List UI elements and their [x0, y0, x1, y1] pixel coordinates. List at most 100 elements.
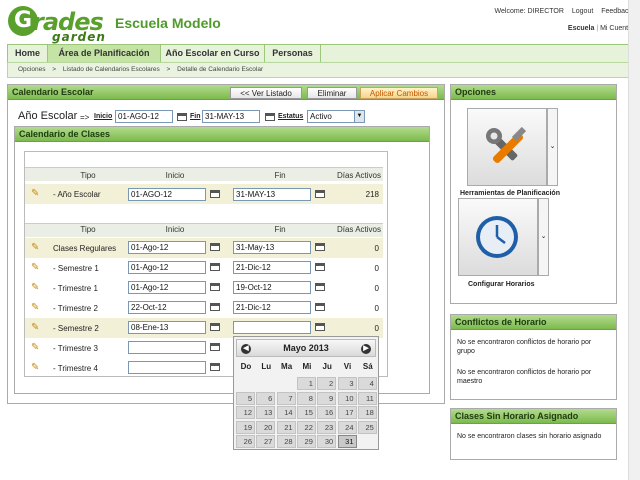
conflicts-group-message: No se encontraron conflictos de horario …: [457, 339, 592, 355]
day-cell[interactable]: 25: [357, 420, 377, 434]
row-end-input[interactable]: 31-May-13: [233, 241, 311, 254]
day-cell[interactable]: 19: [236, 420, 255, 434]
school-account-link[interactable]: Escuela: [568, 25, 594, 32]
day-cell[interactable]: 10: [337, 391, 357, 405]
calendar-icon[interactable]: [210, 343, 220, 351]
next-month-icon[interactable]: ▶: [361, 344, 371, 354]
pencil-icon[interactable]: ✎: [31, 302, 39, 313]
row-end-input[interactable]: 31-MAY-13: [233, 188, 311, 201]
pencil-icon[interactable]: ✎: [31, 262, 39, 273]
calendar-icon[interactable]: [315, 263, 325, 271]
row-end-input[interactable]: 19-Oct-12: [233, 281, 311, 294]
configure-schedules-button[interactable]: [458, 198, 538, 276]
pencil-icon[interactable]: ✎: [31, 282, 39, 293]
row-type: - Semestre 2: [53, 324, 99, 333]
weekday-label: Vi: [343, 362, 352, 371]
row-start-input[interactable]: 01-AGO-12: [128, 188, 206, 201]
day-cell[interactable]: 22: [296, 420, 316, 434]
prev-month-icon[interactable]: ◀: [241, 344, 251, 354]
day-cell[interactable]: 17: [337, 406, 357, 419]
row-start-input[interactable]: 01-Ago-12: [128, 281, 206, 294]
row-start-input[interactable]: 08-Ene-13: [128, 321, 206, 334]
day-cell[interactable]: 23: [317, 420, 337, 434]
day-cell[interactable]: 13: [256, 406, 276, 419]
calendar-icon[interactable]: [315, 243, 325, 251]
status-select[interactable]: Activo ▼: [307, 110, 365, 123]
view-list-button[interactable]: << Ver Listado: [230, 87, 302, 99]
calendar-icon[interactable]: [210, 303, 220, 311]
day-cell[interactable]: 31: [337, 435, 357, 448]
pencil-icon[interactable]: ✎: [31, 362, 39, 373]
day-cell[interactable]: 6: [256, 391, 276, 405]
tab-people[interactable]: Personas: [265, 45, 321, 62]
calendar-icon[interactable]: [177, 113, 187, 121]
day-cell[interactable]: 29: [296, 435, 316, 448]
row-days: 0: [374, 264, 379, 273]
day-cell[interactable]: 4: [357, 377, 377, 390]
day-cell[interactable]: 16: [317, 406, 337, 419]
chevron-down-icon[interactable]: ⌄: [538, 198, 549, 276]
crumb-options[interactable]: Opciones: [18, 66, 45, 73]
calendar-icon[interactable]: [315, 190, 325, 198]
row-start-input[interactable]: 22-Oct-12: [128, 301, 206, 314]
day-cell[interactable]: 8: [296, 391, 316, 405]
tab-home[interactable]: Home: [8, 45, 48, 62]
calendar-icon[interactable]: [210, 283, 220, 291]
row-end-input[interactable]: [233, 321, 311, 334]
calendar-icon[interactable]: [265, 113, 275, 121]
day-cell[interactable]: 30: [317, 435, 337, 448]
pencil-icon[interactable]: ✎: [31, 322, 39, 333]
day-cell[interactable]: 7: [276, 391, 296, 405]
calendar-icon[interactable]: [210, 263, 220, 271]
day-cell[interactable]: 12: [236, 406, 255, 419]
day-cell[interactable]: 21: [276, 420, 296, 434]
account-switch: Escuela | Mi Cuenta: [567, 25, 632, 32]
start-date-input[interactable]: 01-AGO-12: [115, 110, 173, 123]
planning-tools-label[interactable]: Herramientas de Planificación: [460, 190, 560, 197]
calendar-icon[interactable]: [210, 363, 220, 371]
day-cell[interactable]: 2: [317, 377, 337, 390]
delete-button[interactable]: Eliminar: [307, 87, 357, 99]
planning-tools-button[interactable]: [467, 108, 547, 186]
pencil-icon[interactable]: ✎: [31, 188, 39, 199]
page-scrollbar[interactable]: [628, 0, 640, 480]
row-start-input[interactable]: 01-Ago-12: [128, 241, 206, 254]
logout-link[interactable]: Logout: [572, 8, 593, 15]
day-cell[interactable]: 15: [296, 406, 316, 419]
day-cell[interactable]: 11: [357, 391, 377, 405]
day-cell[interactable]: 26: [236, 435, 255, 448]
gradesgarden-logo[interactable]: G rades garden: [8, 6, 105, 44]
crumb-calendar-list[interactable]: Listado de Calendarios Escolares: [63, 66, 160, 73]
weekday-label: Sá: [362, 362, 373, 371]
chevron-down-icon[interactable]: ▼: [354, 111, 364, 122]
tab-planning[interactable]: Área de Planificación: [48, 45, 161, 62]
chevron-down-icon[interactable]: ⌄: [547, 108, 558, 186]
pencil-icon[interactable]: ✎: [31, 342, 39, 353]
day-cell[interactable]: 1: [296, 377, 316, 390]
pencil-icon[interactable]: ✎: [31, 242, 39, 253]
calendar-icon[interactable]: [315, 303, 325, 311]
calendar-icon[interactable]: [210, 190, 220, 198]
day-cell[interactable]: 3: [337, 377, 357, 390]
day-cell[interactable]: 5: [236, 391, 255, 405]
row-end-input[interactable]: 21-Dic-12: [233, 261, 311, 274]
row-start-input[interactable]: 01-Ago-12: [128, 261, 206, 274]
end-date-input[interactable]: 31-MAY-13: [202, 110, 260, 123]
row-start-input[interactable]: [128, 361, 206, 374]
calendar-icon[interactable]: [210, 323, 220, 331]
row-end-input[interactable]: 21-Dic-12: [233, 301, 311, 314]
calendar-icon[interactable]: [210, 243, 220, 251]
apply-changes-button[interactable]: Aplicar Cambios: [360, 87, 438, 99]
day-cell[interactable]: 18: [357, 406, 377, 419]
calendar-icon[interactable]: [315, 323, 325, 331]
tab-current-year[interactable]: Año Escolar en Curso: [161, 45, 265, 62]
day-cell[interactable]: 28: [276, 435, 296, 448]
day-cell[interactable]: 24: [337, 420, 357, 434]
day-cell[interactable]: 14: [276, 406, 296, 419]
day-cell[interactable]: 27: [256, 435, 276, 448]
day-cell[interactable]: 20: [256, 420, 276, 434]
row-start-input[interactable]: [128, 341, 206, 354]
configure-schedules-label[interactable]: Configurar Horarios: [468, 281, 535, 288]
day-cell[interactable]: 9: [317, 391, 337, 405]
calendar-icon[interactable]: [315, 283, 325, 291]
